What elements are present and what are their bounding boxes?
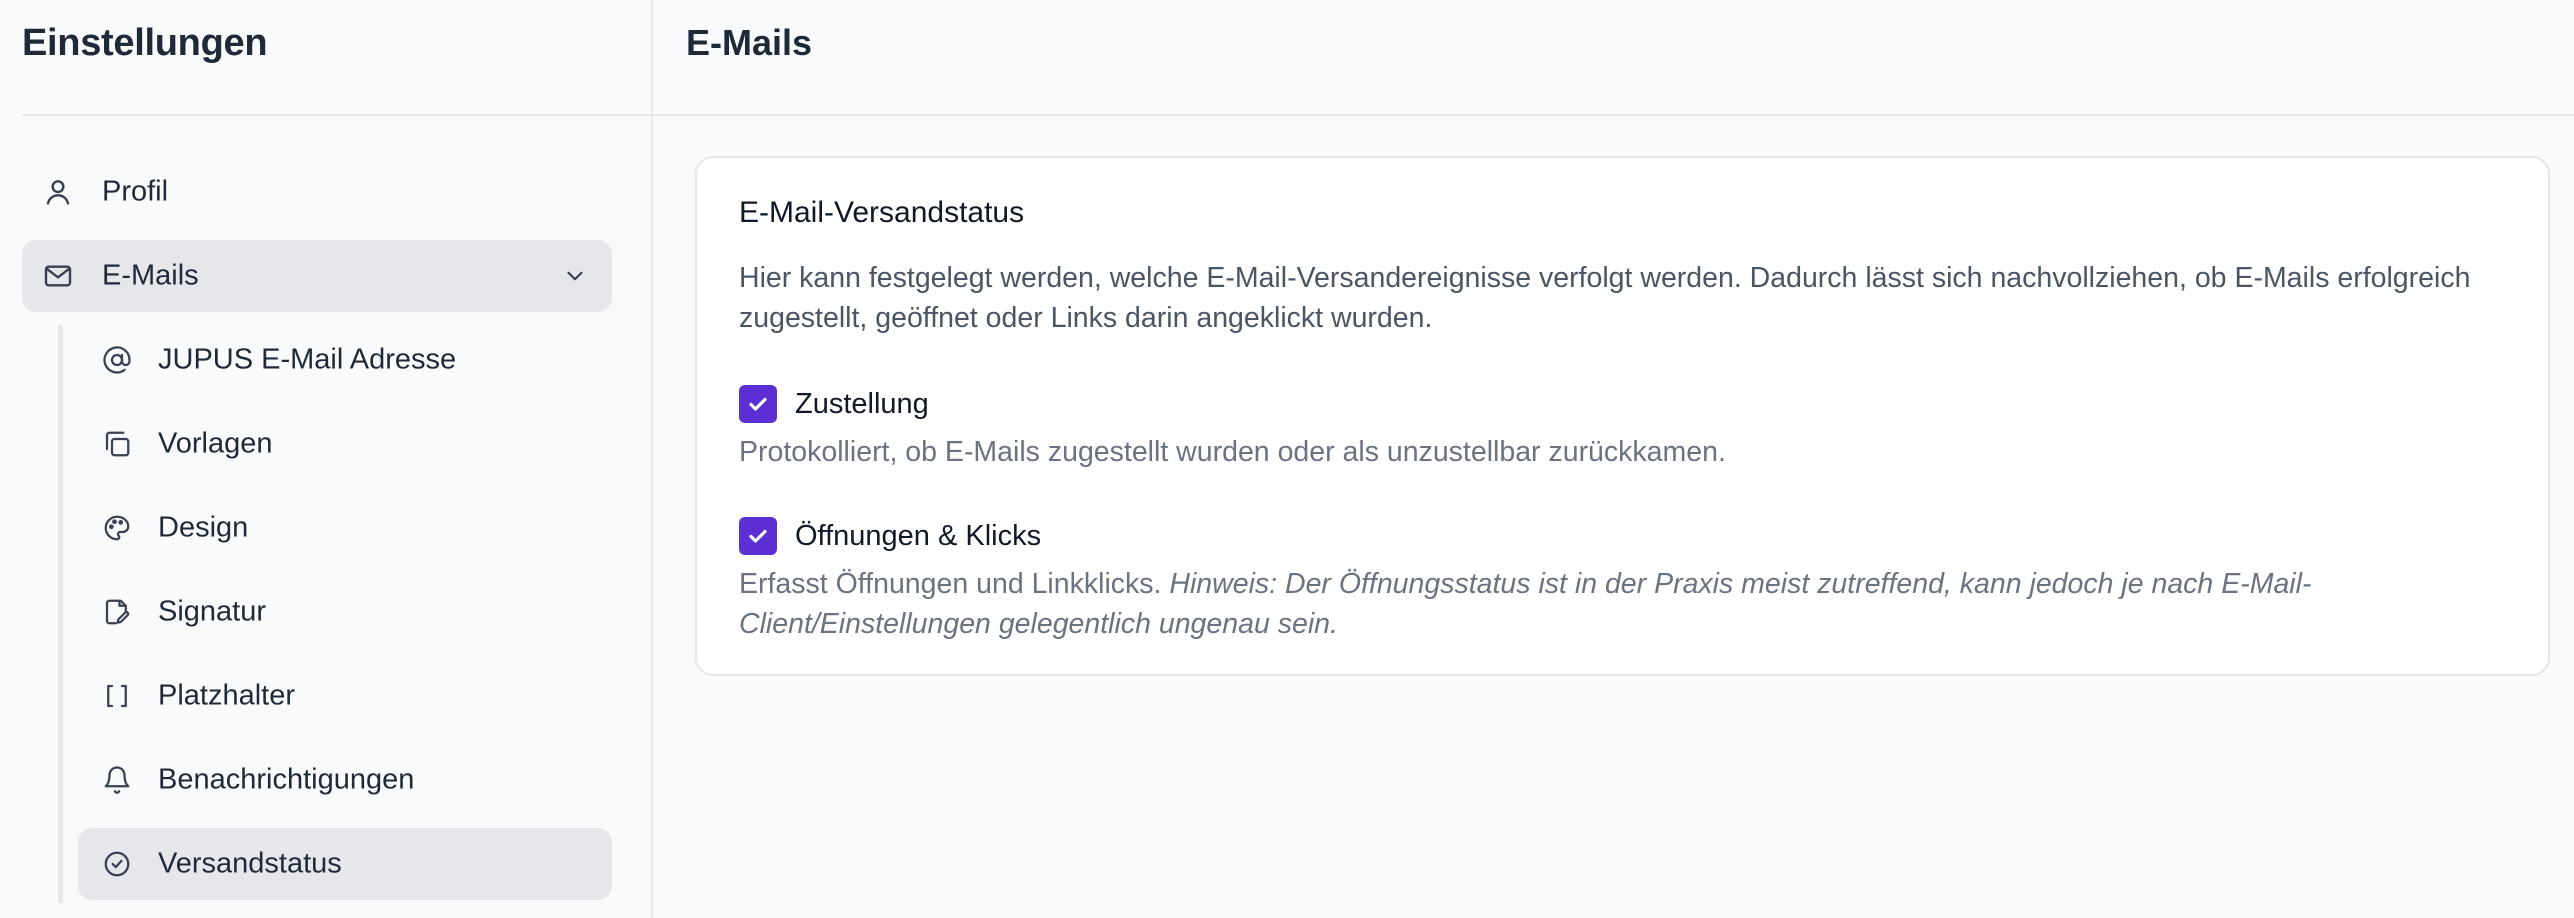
bell-icon [102, 765, 132, 795]
submenu-guide-line [58, 325, 63, 903]
sidebar-item-label: Platzhalter [158, 679, 296, 712]
zustellung-help-text: Protokolliert, ob E-Mails zugestellt wur… [739, 436, 1726, 468]
oeffnungen-klicks-help: Erfasst Öffnungen und Linkklicks. [739, 568, 1162, 600]
chevron-down-icon[interactable] [562, 263, 588, 289]
palette-icon [102, 513, 132, 543]
sidebar-item-label: Design [158, 511, 249, 544]
mail-icon [42, 260, 74, 292]
file-signature-icon [102, 597, 132, 627]
sidebar-item-signatur[interactable]: Signatur [78, 576, 612, 648]
sidebar-item-label: Profil [102, 175, 169, 208]
sidebar-item-platzhalter[interactable]: Platzhalter [78, 660, 612, 732]
page-title: E-Mails [686, 22, 813, 63]
sidebar-item-label: Benachrichtigungen [158, 763, 415, 796]
check-circle-icon [102, 849, 132, 879]
oeffnungen-klicks-label[interactable]: Öffnungen & Klicks [795, 520, 1041, 553]
sidebar-item-emails[interactable]: E-Mails [22, 240, 612, 312]
oeffnungen-klicks-checkbox[interactable] [739, 517, 777, 555]
sidebar-item-vorlagen[interactable]: Vorlagen [78, 408, 612, 480]
sidebar-item-jupus-email-adresse[interactable]: JUPUS E-Mail Adresse [78, 324, 612, 396]
card-title: E-Mail-Versandstatus [739, 196, 1025, 229]
copy-icon [102, 429, 132, 459]
sidebar-divider [22, 114, 653, 116]
sidebar-item-label: Vorlagen [158, 427, 273, 460]
versandstatus-card: E-Mail-Versandstatus Hier kann festgeleg… [695, 156, 2550, 676]
main-content: E-Mails E-Mail-Versandstatus Hier kann f… [653, 0, 2574, 918]
sidebar-item-benachrichtigungen[interactable]: Benachrichtigungen [78, 744, 612, 816]
header-divider [653, 114, 2574, 116]
sidebar-title: Einstellungen [22, 22, 268, 64]
at-sign-icon [102, 345, 132, 375]
sidebar-item-label: E-Mails [102, 259, 199, 292]
sidebar-item-label: Versandstatus [158, 847, 342, 880]
zustellung-checkbox[interactable] [739, 385, 777, 423]
checkmark-icon [749, 397, 767, 411]
oeffnungen-klicks-option[interactable]: Öffnungen & Klicks [739, 516, 1041, 556]
checkmark-icon [749, 529, 767, 543]
settings-app: Einstellungen Profil E-Mails JUPUS E-Mai… [0, 0, 2574, 918]
settings-sidebar: Einstellungen Profil E-Mails JUPUS E-Mai… [0, 0, 653, 918]
card-description: Hier kann festgelegt werden, welche E-Ma… [739, 262, 2471, 334]
zustellung-option[interactable]: Zustellung [739, 384, 929, 424]
sidebar-item-versandstatus[interactable]: Versandstatus [78, 828, 612, 900]
brackets-icon [102, 681, 132, 711]
user-icon [42, 176, 74, 208]
sidebar-item-design[interactable]: Design [78, 492, 612, 564]
oeffnungen-klicks-help-text: Erfasst Öffnungen und Linkklicks. Hinwei… [739, 564, 2529, 644]
sidebar-item-profil[interactable]: Profil [22, 156, 612, 228]
sidebar-item-label: JUPUS E-Mail Adresse [158, 343, 457, 376]
zustellung-label[interactable]: Zustellung [795, 388, 929, 421]
sidebar-item-label: Signatur [158, 595, 267, 628]
